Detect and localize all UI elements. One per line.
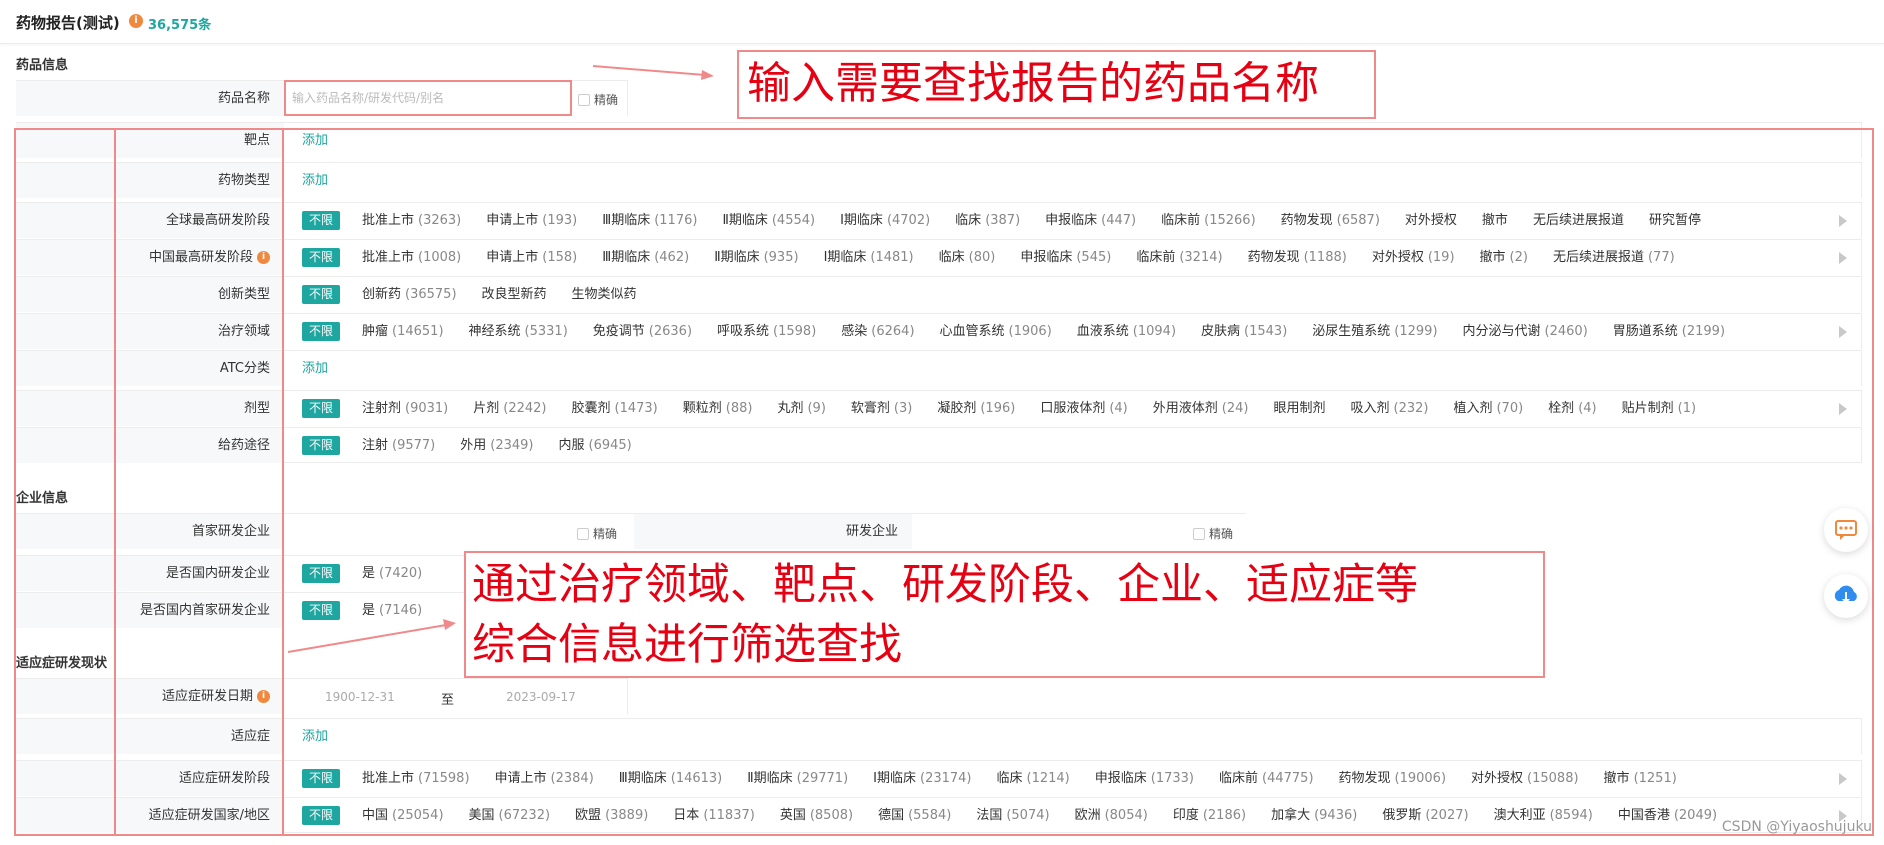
annotation-filters: 通过治疗领域、靶点、研发阶段、企业、适应症等 综合信息进行筛选查找 bbox=[464, 551, 1545, 678]
cloud-download-icon bbox=[1834, 585, 1857, 604]
watermark: CSDN @Yiyaoshujuku bbox=[1721, 819, 1872, 835]
chat-icon bbox=[1835, 520, 1857, 540]
download-button[interactable] bbox=[1824, 574, 1868, 618]
annotation-arrows bbox=[287, 65, 714, 653]
annotation-drug-name: 输入需要查找报告的药品名称 bbox=[737, 50, 1376, 119]
chat-button[interactable] bbox=[1824, 508, 1868, 552]
